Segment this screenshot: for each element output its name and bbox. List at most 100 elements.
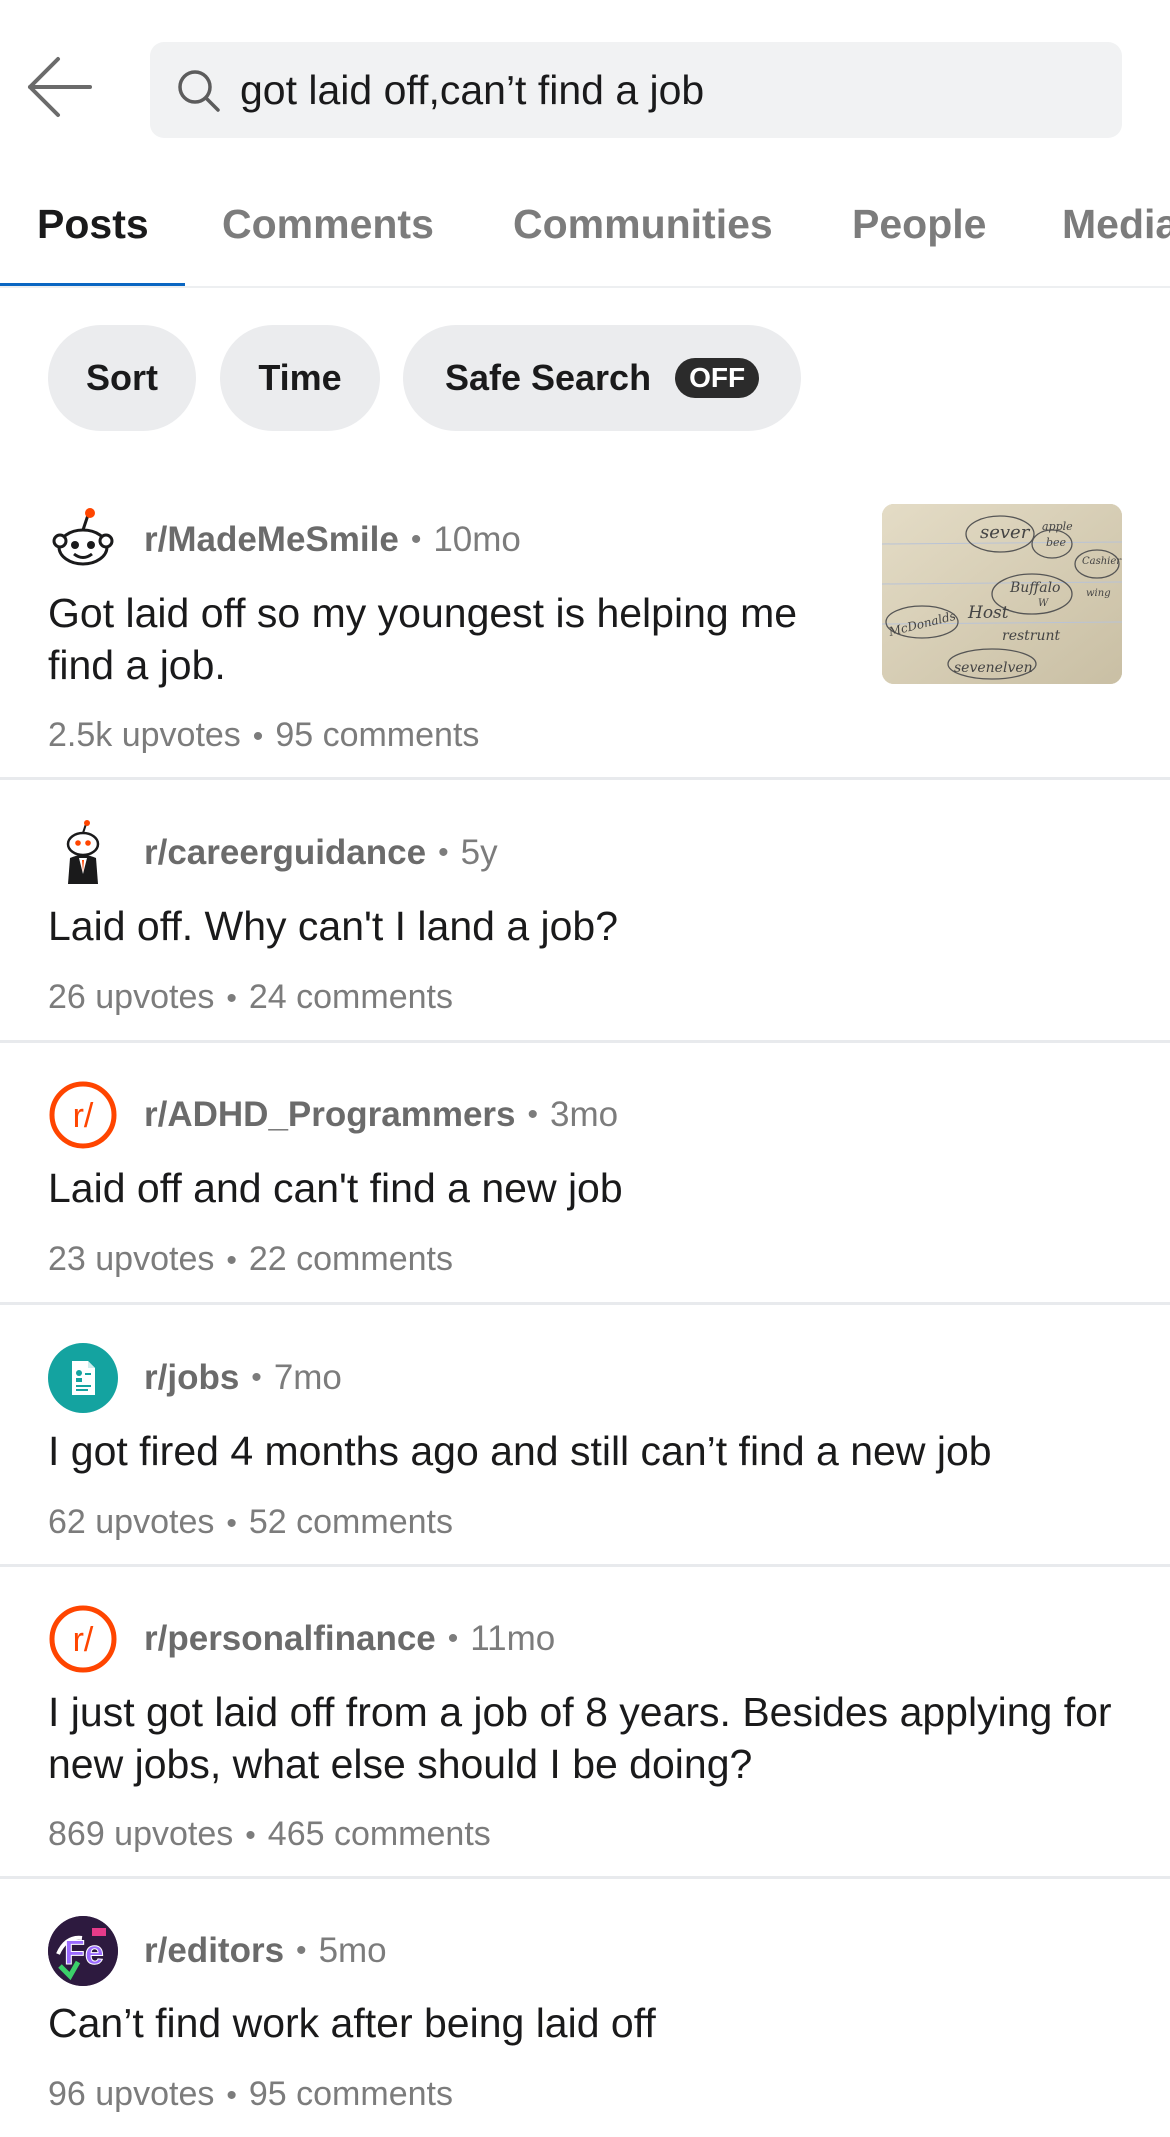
result-tabs: Posts Comments Communities People Media	[0, 180, 1170, 288]
post-stats: 96 upvotes • 95 comments	[48, 2075, 453, 2114]
comment-count: 22 comments	[248, 1240, 453, 1278]
separator-dot: •	[245, 1819, 256, 1852]
tab-people[interactable]: People	[852, 180, 986, 286]
thumbnail-word: Buffalo	[1009, 580, 1060, 596]
post-card[interactable]: Fe r/editors • 5mo Can’t find work after…	[0, 1879, 1170, 2137]
thumbnail-word: restrunt	[1002, 628, 1061, 644]
thumbnail-word: sevenelven	[954, 660, 1033, 676]
upvote-count: 2.5k upvotes	[48, 716, 241, 754]
post-stats: 62 upvotes • 52 comments	[48, 1503, 453, 1542]
svg-text:r/: r/	[73, 1621, 94, 1659]
separator-dot: •	[251, 1361, 262, 1394]
post-title: I got fired 4 months ago and still can’t…	[48, 1428, 992, 1474]
post-card[interactable]: r/ r/ADHD_Programmers • 3mo Laid off and…	[0, 1043, 1170, 1305]
document-icon[interactable]	[48, 1343, 118, 1413]
subreddit-name[interactable]: r/editors	[144, 1931, 284, 1971]
separator-dot: •	[296, 1934, 307, 1967]
separator-dot: •	[252, 720, 264, 753]
thumbnail-word: sever	[980, 522, 1031, 543]
post-card[interactable]: r/ r/personalfinance • 11mo I just got l…	[0, 1567, 1170, 1879]
sort-chip[interactable]: Sort	[48, 325, 196, 431]
safe-search-badge: OFF	[675, 358, 760, 398]
active-tab-indicator	[0, 283, 185, 286]
post-age: 3mo	[550, 1095, 619, 1134]
editors-logo-icon[interactable]: Fe	[48, 1916, 118, 1986]
post-meta: r/careerguidance • 5y	[48, 818, 498, 888]
filter-bar: Sort Time Safe Search OFF	[0, 325, 1170, 431]
thumbnail-word: W	[1038, 598, 1049, 609]
post-meta: r/MadeMeSmile • 10mo	[48, 505, 521, 575]
back-arrow-icon	[28, 57, 92, 117]
post-stats: 26 upvotes • 24 comments	[48, 978, 453, 1017]
thumbnail-word: Host	[967, 603, 1009, 623]
post-age: 7mo	[273, 1358, 342, 1397]
post-card[interactable]: r/jobs • 7mo I got fired 4 months ago an…	[0, 1305, 1170, 1567]
post-title: Laid off. Why can't I land a job?	[48, 903, 619, 949]
post-meta: r/jobs • 7mo	[48, 1343, 342, 1413]
post-thumbnail[interactable]: sever apple bee Buffalo W Cashier wing M…	[882, 504, 1122, 684]
post-meta: r/ r/personalfinance • 11mo	[48, 1604, 555, 1674]
separator-dot: •	[527, 1098, 539, 1131]
post-stats: 2.5k upvotes • 95 comments	[48, 716, 479, 755]
safe-search-chip[interactable]: Safe Search OFF	[403, 325, 801, 431]
post-stats: 23 upvotes • 22 comments	[48, 1240, 453, 1279]
post-card[interactable]: r/careerguidance • 5y Laid off. Why can'…	[0, 780, 1170, 1043]
time-chip[interactable]: Time	[220, 325, 380, 431]
subreddit-name[interactable]: r/MadeMeSmile	[144, 520, 399, 560]
thumbnail-word: apple	[1042, 520, 1073, 533]
post-meta: r/ r/ADHD_Programmers • 3mo	[48, 1080, 618, 1150]
separator-dot: •	[226, 1507, 237, 1540]
comment-count: 52 comments	[248, 1503, 453, 1541]
subreddit-name[interactable]: r/ADHD_Programmers	[144, 1095, 516, 1135]
search-input[interactable]: got laid off,can’t find a job	[150, 42, 1122, 138]
tab-communities[interactable]: Communities	[513, 180, 773, 286]
search-icon	[178, 70, 220, 112]
post-stats: 869 upvotes • 465 comments	[48, 1815, 491, 1854]
tab-media[interactable]: Media	[1062, 180, 1170, 286]
separator-dot: •	[410, 523, 422, 556]
post-title: Got laid off so my youngest is helping m…	[48, 590, 798, 688]
upvote-count: 869 upvotes	[48, 1815, 234, 1853]
time-chip-label: Time	[258, 357, 342, 398]
search-header: got laid off,can’t find a job	[0, 0, 1170, 180]
thumbnail-word: wing	[1086, 588, 1111, 599]
separator-dot: •	[226, 982, 237, 1015]
subreddit-name[interactable]: r/personalfinance	[144, 1619, 436, 1659]
thumbnail-word: Cashier	[1082, 556, 1122, 567]
safe-search-label: Safe Search	[444, 357, 652, 398]
upvote-count: 23 upvotes	[48, 1240, 215, 1278]
upvote-count: 62 upvotes	[48, 1503, 215, 1541]
separator-dot: •	[226, 2079, 237, 2112]
reddit-r-icon[interactable]: r/	[48, 1604, 118, 1674]
post-meta: Fe r/editors • 5mo	[48, 1916, 387, 1986]
comment-count: 95 comments	[248, 2075, 453, 2113]
upvote-count: 96 upvotes	[48, 2075, 215, 2113]
comment-count: 95 comments	[275, 716, 480, 754]
comment-count: 24 comments	[248, 978, 453, 1016]
separator-dot: •	[226, 1244, 237, 1277]
snoo-smile-icon[interactable]	[48, 505, 118, 575]
post-title: I just got laid off from a job of 8 year…	[48, 1689, 1112, 1787]
tab-comments[interactable]: Comments	[222, 180, 434, 286]
upvote-count: 26 upvotes	[48, 978, 215, 1016]
separator-dot: •	[438, 836, 449, 869]
post-age: 11mo	[470, 1619, 556, 1658]
reddit-r-icon[interactable]: r/	[48, 1080, 118, 1150]
back-button[interactable]	[22, 50, 96, 124]
tab-posts[interactable]: Posts	[37, 180, 149, 286]
post-age: 5y	[460, 833, 498, 872]
comment-count: 465 comments	[267, 1815, 491, 1853]
subreddit-name[interactable]: r/jobs	[144, 1358, 239, 1398]
search-query: got laid off,can’t find a job	[240, 67, 705, 113]
post-title: Laid off and can't find a new job	[48, 1165, 623, 1211]
post-age: 10mo	[433, 520, 521, 559]
separator-dot: •	[447, 1622, 459, 1655]
post-age: 5mo	[318, 1931, 387, 1970]
post-title: Can’t find work after being laid off	[48, 2000, 656, 2046]
subreddit-name[interactable]: r/careerguidance	[144, 833, 426, 873]
thumbnail-word: bee	[1046, 536, 1067, 549]
sort-chip-label: Sort	[86, 357, 158, 398]
snoo-suit-icon[interactable]	[48, 818, 118, 888]
svg-text:r/: r/	[73, 1097, 94, 1135]
svg-text:Fe: Fe	[64, 1934, 104, 1972]
